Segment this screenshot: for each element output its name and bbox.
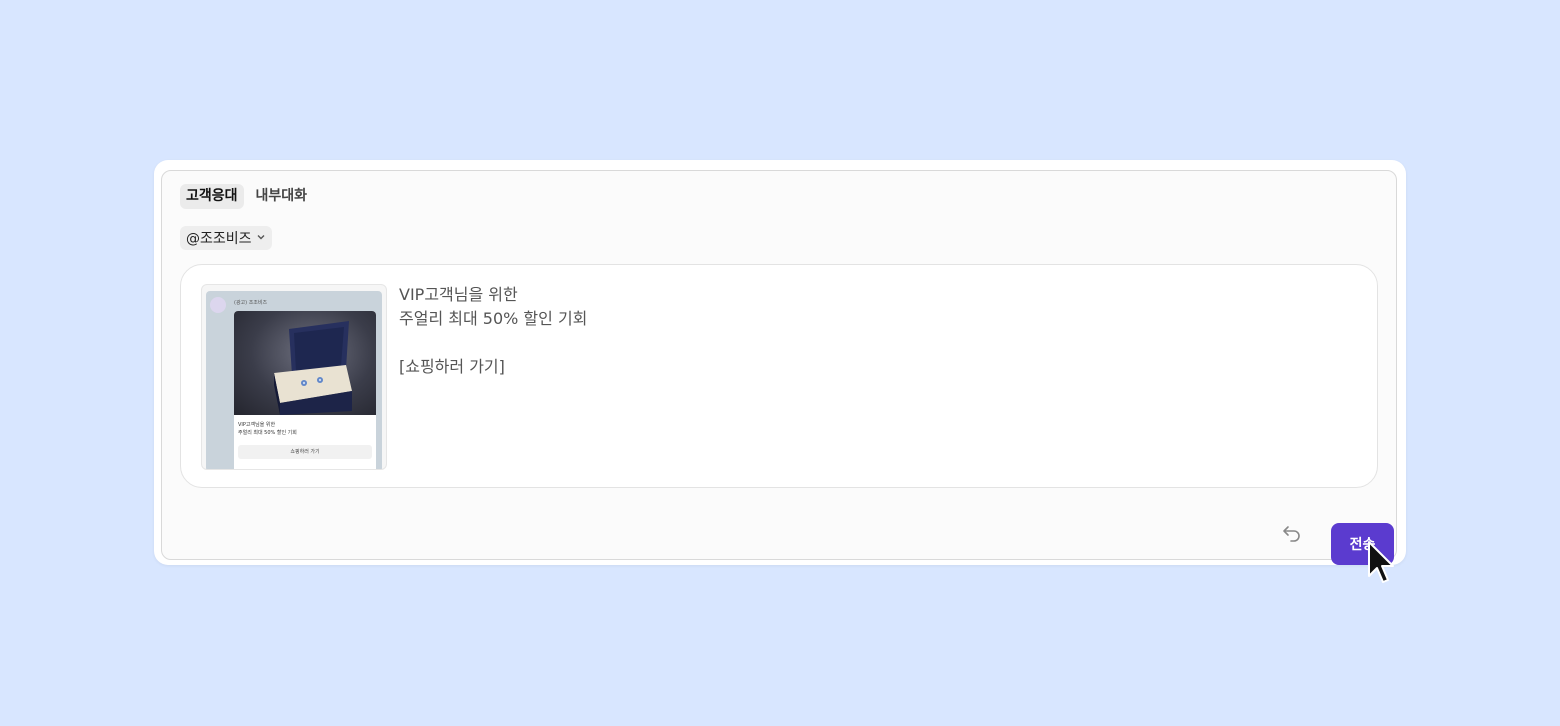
message-input[interactable]: (광고) 조조비즈 VIP고객님을 위한 주얼리 최대 50% 할인 기회 쇼핑… [180, 264, 1378, 488]
mouse-cursor-icon [1366, 540, 1396, 590]
jewelry-box-image [234, 311, 376, 415]
channel-label: @조조비즈 [186, 231, 252, 247]
message-line-1: VIP고객님을 위한 [399, 285, 518, 304]
tab-bar: 고객응대 내부대화 [180, 184, 313, 209]
message-text[interactable]: VIP고객님을 위한 주얼리 최대 50% 할인 기회 ​ [쇼핑하러 가기] [399, 283, 587, 379]
composer-panel: 고객응대 내부대화 @조조비즈 (광고) 조조비즈 VIP고객님을 위한 주얼리… [161, 170, 1397, 565]
avatar [210, 297, 226, 313]
preview-card-button: 쇼핑하러 가기 [238, 445, 372, 459]
chevron-down-icon [256, 232, 266, 245]
message-line-4: [쇼핑하러 가기] [399, 357, 505, 376]
message-line-3: ​ [399, 331, 587, 355]
preview-card-line-1: VIP고객님을 위한 [238, 422, 276, 428]
message-line-2: 주얼리 최대 50% 할인 기회 [399, 309, 588, 328]
undo-icon[interactable] [1281, 521, 1303, 543]
preview-chat-background: (광고) 조조비즈 VIP고객님을 위한 주얼리 최대 50% 할인 기회 쇼핑… [206, 291, 382, 469]
composer-window: 고객응대 내부대화 @조조비즈 (광고) 조조비즈 VIP고객님을 위한 주얼리… [154, 160, 1406, 565]
preview-card-line-2: 주얼리 최대 50% 할인 기회 [238, 430, 297, 436]
tab-internal-chat[interactable]: 내부대화 [250, 184, 314, 209]
preview-card-text: VIP고객님을 위한 주얼리 최대 50% 할인 기회 [238, 421, 297, 437]
preview-card: VIP고객님을 위한 주얼리 최대 50% 할인 기회 쇼핑하러 가기 [234, 311, 376, 469]
channel-selector[interactable]: @조조비즈 [180, 226, 272, 250]
preview-sender: (광고) 조조비즈 [234, 300, 268, 306]
tab-customer-service[interactable]: 고객응대 [180, 184, 244, 209]
message-preview-thumbnail[interactable]: (광고) 조조비즈 VIP고객님을 위한 주얼리 최대 50% 할인 기회 쇼핑… [201, 284, 387, 470]
